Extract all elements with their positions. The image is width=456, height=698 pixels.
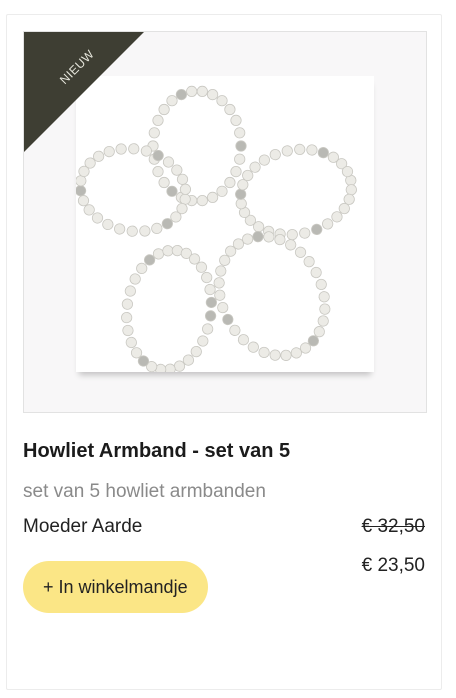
bead: [126, 225, 138, 237]
bead: [202, 323, 214, 335]
bead: [317, 147, 329, 159]
bead: [136, 262, 148, 274]
bead: [152, 166, 164, 178]
bead: [258, 346, 270, 359]
bead: [121, 311, 133, 324]
product-card[interactable]: NIEUW Howliet Armband - set van 5 set va…: [6, 14, 442, 690]
bead: [294, 143, 306, 155]
bead: [207, 191, 219, 204]
bead: [234, 153, 246, 165]
bead: [345, 184, 357, 196]
bead: [148, 127, 160, 139]
bead: [122, 324, 134, 337]
bead: [114, 223, 126, 235]
bead: [230, 166, 242, 178]
bracelet: [121, 244, 217, 376]
bead: [216, 95, 228, 107]
bead: [151, 222, 163, 235]
bead: [196, 85, 208, 97]
bead: [152, 114, 164, 127]
bracelet: [147, 85, 247, 207]
bead: [229, 324, 241, 336]
product-image-frame[interactable]: NIEUW: [23, 31, 427, 413]
bead: [190, 346, 202, 358]
bead: [207, 89, 219, 101]
bracelet: [235, 143, 357, 241]
bead: [286, 229, 298, 241]
bead: [129, 273, 141, 285]
bead: [306, 144, 318, 156]
bead: [215, 265, 227, 277]
bead: [317, 315, 329, 327]
add-to-cart-button[interactable]: + In winkelmandje: [23, 561, 208, 613]
bead: [217, 301, 229, 314]
bead: [311, 223, 323, 236]
bead: [196, 195, 208, 207]
bracelet: [213, 231, 331, 361]
bead: [102, 218, 114, 231]
bead: [258, 154, 270, 166]
bead: [318, 291, 330, 303]
product-subtitle: set van 5 howliet armbanden: [23, 481, 266, 502]
bead: [303, 256, 315, 268]
bead: [224, 103, 236, 116]
bead: [121, 298, 134, 310]
product-title[interactable]: Howliet Armband - set van 5: [23, 440, 290, 463]
bead: [269, 148, 281, 161]
bead: [224, 176, 236, 189]
old-price: € 32,50: [361, 516, 425, 537]
bead: [197, 335, 209, 347]
bead: [201, 271, 213, 284]
bead: [315, 278, 327, 291]
bead: [235, 188, 247, 200]
bead: [299, 227, 311, 239]
bead: [166, 185, 178, 197]
bead: [125, 336, 137, 349]
bead: [186, 85, 198, 97]
bead: [222, 313, 234, 326]
bead: [175, 89, 188, 101]
product-brand: Moeder Aarde: [23, 516, 143, 537]
bead: [234, 127, 246, 139]
bead: [74, 185, 87, 197]
bead: [204, 310, 217, 322]
bead: [280, 349, 292, 361]
bead: [269, 349, 281, 361]
bead: [319, 303, 331, 315]
bead: [281, 145, 293, 157]
bead: [124, 285, 136, 297]
bead: [322, 218, 334, 230]
bead: [230, 114, 242, 127]
bead: [158, 103, 170, 116]
bead: [310, 266, 322, 279]
bead: [252, 231, 264, 243]
bead: [235, 140, 247, 152]
bead: [158, 176, 170, 189]
bead: [91, 212, 104, 224]
bead: [162, 156, 175, 168]
sale-price: € 23,50: [361, 555, 425, 576]
bead: [216, 185, 228, 197]
bead: [139, 225, 151, 237]
bead: [166, 95, 178, 107]
